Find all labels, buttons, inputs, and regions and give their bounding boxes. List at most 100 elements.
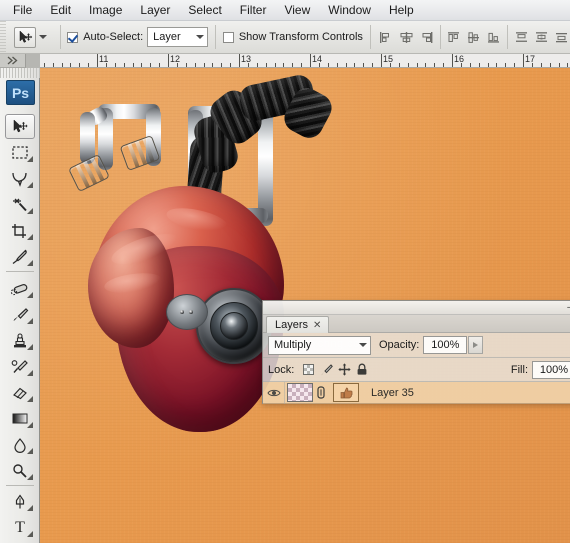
layer-name[interactable]: Layer 35 — [371, 387, 414, 399]
brush-tool[interactable] — [5, 302, 35, 327]
tool-expand-triangle-icon[interactable] — [27, 156, 33, 162]
lock-image-pixels-button[interactable] — [319, 363, 333, 377]
tool-expand-triangle-icon[interactable] — [27, 505, 33, 511]
ruler-minor-tick — [434, 63, 436, 67]
tab-layers[interactable]: Layers ✕ — [266, 316, 330, 333]
lock-transparent-pixels-button[interactable] — [301, 363, 315, 377]
tools-panel-grip[interactable] — [0, 68, 40, 78]
opacity-slider-button[interactable] — [468, 336, 484, 354]
layers-panel[interactable]: – ✕ Layers ✕ Multiply Opacity: — [262, 300, 570, 404]
tool-preset-chevron-down-icon[interactable] — [38, 35, 47, 39]
eye-icon — [266, 389, 281, 396]
blend-mode-chevron-down-icon[interactable] — [359, 343, 367, 347]
ruler-minor-tick — [203, 63, 205, 67]
menu-view[interactable]: View — [275, 1, 319, 20]
ruler-minor-tick — [301, 63, 303, 67]
distribute-bottom-edges-icon[interactable] — [553, 29, 570, 46]
photoshop-logo: Ps — [6, 80, 35, 105]
minimize-icon[interactable]: – — [564, 302, 570, 313]
menu-file[interactable]: File — [4, 1, 41, 20]
eyedropper-tool[interactable] — [5, 244, 35, 269]
tab-close-icon[interactable]: ✕ — [313, 320, 321, 331]
auto-select-chevron-down-icon[interactable] — [196, 35, 205, 39]
ruler-minor-tick — [549, 63, 551, 67]
thumb-up-icon — [340, 387, 352, 398]
opacity-input[interactable]: 100% — [423, 336, 468, 354]
table-row[interactable]: Layer 35 — [263, 381, 570, 404]
ruler-minor-tick — [336, 63, 338, 67]
layer-visibility-toggle[interactable] — [263, 381, 285, 404]
ruler-minor-tick — [43, 63, 45, 67]
eraser-tool[interactable] — [5, 380, 35, 405]
align-vertical-centers-icon[interactable] — [465, 29, 482, 46]
menu-layer[interactable]: Layer — [131, 1, 179, 20]
ruler-label: 12 — [170, 54, 181, 64]
document-canvas[interactable]: stock.xchng.com – ✕ Layers ✕ Multiply — [40, 68, 570, 543]
move-tool-icon — [13, 26, 36, 48]
tool-expand-triangle-icon[interactable] — [27, 234, 33, 240]
layer-link-icon[interactable] — [313, 386, 329, 399]
history-brush-tool[interactable] — [5, 354, 35, 379]
show-transform-controls-label: Show Transform Controls — [238, 31, 363, 43]
options-separator-5 — [507, 25, 508, 49]
pen-tool[interactable] — [5, 489, 35, 514]
align-horizontal-centers-icon[interactable] — [398, 29, 415, 46]
align-right-edges-icon[interactable] — [418, 29, 435, 46]
options-bar-grip[interactable] — [0, 20, 6, 54]
tool-expand-triangle-icon[interactable] — [27, 448, 33, 454]
menu-image[interactable]: Image — [80, 1, 131, 20]
healing-brush-tool[interactable] — [5, 276, 35, 301]
tool-expand-triangle-icon[interactable] — [27, 318, 33, 324]
tool-expand-triangle-icon[interactable] — [27, 370, 33, 376]
ruler-minor-tick — [105, 63, 107, 67]
dodge-tool[interactable] — [5, 458, 35, 483]
lock-position-button[interactable] — [337, 363, 351, 377]
ruler-corner[interactable] — [0, 54, 26, 68]
move-tool[interactable] — [5, 114, 35, 139]
tool-expand-triangle-icon[interactable] — [27, 474, 33, 480]
tool-preset-picker[interactable] — [6, 26, 53, 48]
show-transform-controls-checkbox[interactable] — [222, 31, 234, 43]
magic-wand-tool[interactable] — [5, 192, 35, 217]
tool-expand-triangle-icon[interactable] — [27, 422, 33, 428]
ruler-minor-tick — [425, 63, 427, 67]
blur-tool[interactable] — [5, 432, 35, 457]
ruler-minor-tick — [52, 63, 54, 67]
camera-lens-glass — [220, 312, 248, 340]
align-top-edges-icon[interactable] — [445, 29, 462, 46]
auto-select-dropdown[interactable]: Layer — [147, 27, 209, 47]
layer-mask-thumbnail[interactable] — [333, 383, 359, 402]
align-bottom-edges-icon[interactable] — [485, 29, 502, 46]
clone-stamp-tool[interactable] — [5, 328, 35, 353]
distribute-top-edges-icon[interactable] — [513, 29, 530, 46]
type-tool[interactable]: T — [5, 515, 35, 540]
tool-expand-triangle-icon[interactable] — [27, 182, 33, 188]
menu-edit[interactable]: Edit — [41, 1, 80, 20]
align-left-edges-icon[interactable] — [378, 29, 395, 46]
menu-select[interactable]: Select — [179, 1, 230, 20]
gradient-tool[interactable] — [5, 406, 35, 431]
blend-mode-dropdown[interactable]: Multiply — [268, 335, 371, 355]
lock-all-button[interactable] — [355, 363, 369, 377]
lasso-tool[interactable] — [5, 166, 35, 191]
menu-filter[interactable]: Filter — [231, 1, 276, 20]
menu-help[interactable]: Help — [380, 1, 423, 20]
layer-thumbnail[interactable] — [287, 383, 313, 402]
distribute-vertical-centers-icon[interactable] — [533, 29, 550, 46]
tool-expand-triangle-icon[interactable] — [27, 292, 33, 298]
tools-divider-1 — [6, 271, 34, 272]
fill-input[interactable]: 100% — [532, 360, 570, 379]
horizontal-ruler[interactable]: 1011121314151617 — [0, 54, 570, 68]
tool-expand-triangle-icon[interactable] — [27, 531, 33, 537]
auto-select-checkbox[interactable] — [67, 31, 79, 43]
tool-expand-triangle-icon[interactable] — [27, 344, 33, 350]
layers-panel-titlebar[interactable]: – ✕ — [263, 301, 570, 315]
crop-tool[interactable] — [5, 218, 35, 243]
tool-expand-triangle-icon[interactable] — [27, 208, 33, 214]
tool-expand-triangle-icon[interactable] — [27, 260, 33, 266]
ruler-minor-tick — [132, 63, 134, 67]
tool-expand-triangle-icon[interactable] — [27, 396, 33, 402]
align-buttons-group — [378, 29, 435, 46]
menu-window[interactable]: Window — [319, 1, 380, 20]
rectangular-marquee-tool[interactable] — [5, 140, 35, 165]
